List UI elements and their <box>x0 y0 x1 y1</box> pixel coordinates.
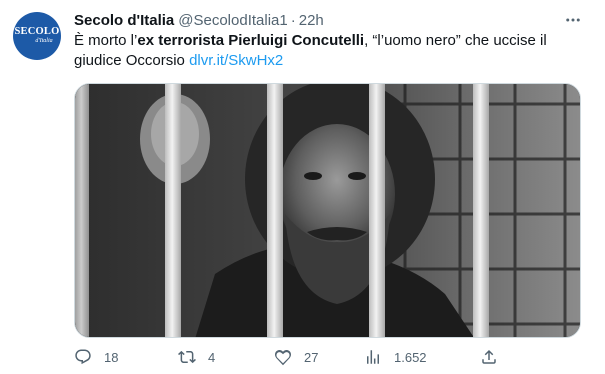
tweet-text-bold: ex terrorista Pierluigi Concutelli <box>137 32 365 49</box>
heart-icon <box>274 350 292 366</box>
tweet-link[interactable]: dlvr.it/SkwHx2 <box>189 52 283 69</box>
reply-button[interactable]: 18 <box>74 345 118 369</box>
reply-icon <box>75 349 91 365</box>
retweet-icon <box>178 350 196 364</box>
tweet-actions-bar: 18 4 27 1.652 <box>74 345 579 369</box>
views-icon <box>367 350 379 364</box>
tweet-text: È morto l’ex terrorista Pierluigi Concut… <box>74 31 579 71</box>
retweet-count: 4 <box>208 349 216 365</box>
avatar[interactable]: SECOLO d'Italia <box>13 12 61 60</box>
like-button[interactable]: 27 <box>274 345 318 369</box>
share-button[interactable] <box>480 345 498 369</box>
avatar-logo-text: SECOLO <box>14 26 60 37</box>
separator-dot: · <box>290 11 296 29</box>
prisoner-photo-image <box>75 84 580 337</box>
tweet-media-photo[interactable] <box>74 83 581 338</box>
author-handle[interactable]: @SecolodItalia1 <box>178 12 287 29</box>
tweet-card[interactable]: SECOLO d'Italia Secolo d'Italia @Secolod… <box>0 0 605 374</box>
author-name[interactable]: Secolo d'Italia <box>74 12 174 29</box>
more-options-icon[interactable] <box>563 11 583 29</box>
tweet-header: Secolo d'Italia @SecolodItalia1 · 22h <box>74 10 324 30</box>
more-icon <box>566 18 580 22</box>
like-count: 27 <box>304 349 319 365</box>
reply-count: 18 <box>104 349 119 365</box>
retweet-button[interactable]: 4 <box>178 345 215 369</box>
share-icon <box>482 349 496 364</box>
tweet-text-part1: È morto l’ <box>74 32 138 49</box>
views-count: 1.652 <box>394 349 427 365</box>
avatar-logo-subtext: d'Italia <box>35 38 53 44</box>
tweet-timestamp[interactable]: 22h <box>299 12 324 29</box>
views-button[interactable]: 1.652 <box>364 345 427 369</box>
